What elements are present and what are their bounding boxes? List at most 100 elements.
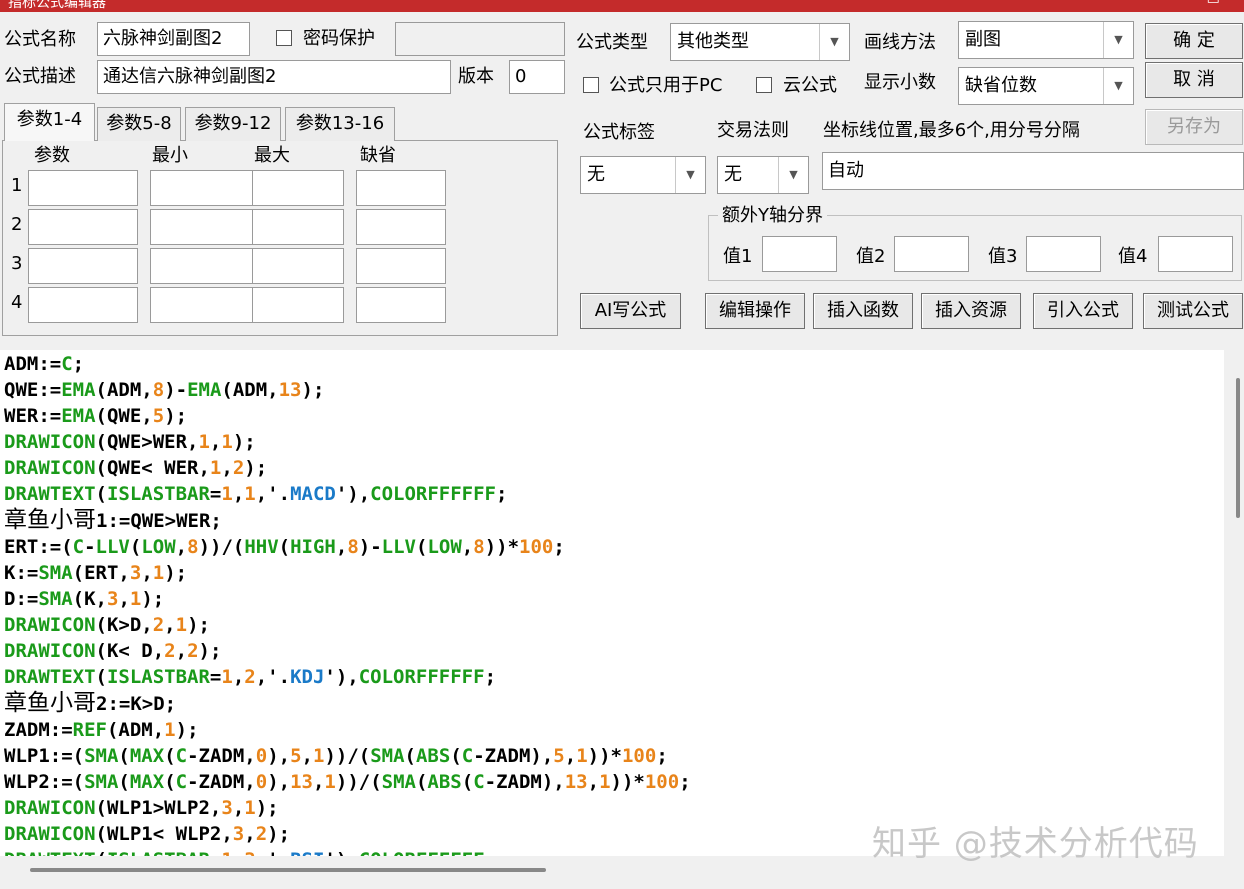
code-token: DRAWICON bbox=[4, 640, 96, 662]
password-checkbox[interactable] bbox=[276, 30, 292, 46]
chevron-down-icon[interactable]: ▼ bbox=[1103, 22, 1133, 58]
code-line[interactable]: WER:=EMA(QWE,5); bbox=[4, 403, 1224, 429]
code-line[interactable]: ERT:=(C-LLV(LOW,8))/(HHV(HIGH,8)-LLV(LOW… bbox=[4, 534, 1224, 560]
code-token: ISLASTBAR bbox=[106, 666, 210, 688]
version-input[interactable]: 0 bbox=[509, 60, 565, 94]
tab-params-1-4[interactable]: 参数1-4 bbox=[4, 103, 95, 141]
formula-name-input[interactable]: 六脉神剑副图2 bbox=[97, 22, 250, 56]
code-line[interactable]: DRAWICON(QWE>WER,1,1); bbox=[4, 429, 1224, 455]
code-line[interactable]: 章鱼小哥2:=K>D; bbox=[4, 690, 1224, 717]
cloud-formula-checkbox[interactable] bbox=[756, 77, 772, 93]
tab-params-5-8[interactable]: 参数5-8 bbox=[97, 107, 181, 141]
coord-line-input[interactable]: 自动 bbox=[822, 152, 1244, 190]
decimals-select[interactable]: 缺省位数 ▼ bbox=[958, 67, 1134, 105]
param-col-header: 最小 bbox=[152, 145, 188, 166]
code-line[interactable]: D:=SMA(K,3,1); bbox=[4, 586, 1224, 612]
code-token: 1 bbox=[209, 457, 222, 479]
draw-method-select[interactable]: 副图 ▼ bbox=[958, 21, 1134, 59]
param-name-input[interactable] bbox=[28, 170, 138, 206]
tab-params-9-12[interactable]: 参数9-12 bbox=[185, 107, 281, 141]
value3-input[interactable] bbox=[1026, 236, 1101, 272]
code-line[interactable]: DRAWTEXT(ISLASTBAR=1,2,'.KDJ'),COLORFFFF… bbox=[4, 664, 1224, 690]
code-token: ( bbox=[95, 666, 107, 688]
import-formula-button[interactable]: 引入公式 bbox=[1033, 293, 1133, 329]
code-token: LLV bbox=[95, 536, 130, 558]
code-token: '), bbox=[335, 483, 371, 505]
code-token: DRAWTEXT bbox=[4, 666, 96, 688]
code-line[interactable]: WLP2:=(SMA(MAX(C-ZADM,0),13,1))/(SMA(ABS… bbox=[4, 769, 1224, 795]
chevron-down-icon[interactable]: ▼ bbox=[1103, 68, 1133, 104]
param-default-input[interactable] bbox=[356, 287, 446, 323]
test-formula-button[interactable]: 测试公式 bbox=[1143, 293, 1243, 329]
code-line[interactable]: DRAWICON(K>D,2,1); bbox=[4, 612, 1224, 638]
code-line[interactable]: DRAWICON(K< D,2,2); bbox=[4, 638, 1224, 664]
code-token: 1 bbox=[312, 745, 325, 767]
chevron-down-icon[interactable]: ▼ bbox=[778, 157, 808, 193]
code-token: SMA bbox=[381, 771, 416, 793]
horizontal-scroll-thumb[interactable] bbox=[30, 868, 546, 872]
code-token: ); bbox=[232, 431, 256, 453]
value2-input[interactable] bbox=[894, 236, 969, 272]
insert-resource-button[interactable]: 插入资源 bbox=[921, 293, 1021, 329]
trade-rule-select[interactable]: 无 ▼ bbox=[717, 156, 809, 194]
param-min-input[interactable] bbox=[150, 248, 260, 284]
param-min-input[interactable] bbox=[150, 209, 260, 245]
formula-type-select[interactable]: 其他类型 ▼ bbox=[670, 23, 850, 61]
code-token: (WLP1< WLP2, bbox=[95, 823, 233, 845]
code-line[interactable]: ZADM:=REF(ADM,1); bbox=[4, 717, 1224, 743]
chevron-down-icon[interactable]: ▼ bbox=[675, 157, 705, 193]
param-max-input[interactable] bbox=[252, 209, 344, 245]
param-col-header: 缺省 bbox=[360, 145, 396, 166]
value4-input[interactable] bbox=[1158, 236, 1233, 272]
param-default-input[interactable] bbox=[356, 170, 446, 206]
param-max-input[interactable] bbox=[252, 170, 344, 206]
param-min-input[interactable] bbox=[150, 287, 260, 323]
value1-input[interactable] bbox=[762, 236, 837, 272]
param-max-input[interactable] bbox=[252, 248, 344, 284]
code-editor[interactable]: ADM:=C; QWE:=EMA(ADM,8)-EMA(ADM,13); WER:=… bbox=[0, 350, 1224, 856]
param-min-input[interactable] bbox=[150, 170, 260, 206]
save-as-button[interactable]: 另存为 bbox=[1145, 109, 1243, 145]
ok-button[interactable]: 确 定 bbox=[1145, 23, 1243, 59]
code-token: 1 bbox=[152, 562, 165, 584]
decimals-value: 缺省位数 bbox=[965, 75, 1037, 96]
param-name-input[interactable] bbox=[28, 248, 138, 284]
param-default-input[interactable] bbox=[356, 248, 446, 284]
code-token: 3 bbox=[129, 562, 142, 584]
formula-tag-label: 公式标签 bbox=[583, 122, 655, 143]
param-max-input[interactable] bbox=[252, 287, 344, 323]
code-token: COLORFFFFFF bbox=[370, 483, 496, 505]
code-line[interactable]: DRAWTEXT(ISLASTBAR=1,1,'.MACD'),COLORFFF… bbox=[4, 481, 1224, 507]
code-token: )- bbox=[164, 379, 188, 401]
code-token: ( bbox=[450, 745, 462, 767]
code-line[interactable]: K:=SMA(ERT,3,1); bbox=[4, 560, 1224, 586]
code-line[interactable]: QWE:=EMA(ADM,8)-EMA(ADM,13); bbox=[4, 377, 1224, 403]
code-token: , bbox=[244, 823, 256, 845]
password-input[interactable] bbox=[395, 22, 565, 56]
code-line[interactable]: ADM:=C; bbox=[4, 351, 1224, 377]
param-name-input[interactable] bbox=[28, 287, 138, 323]
vertical-scroll-thumb[interactable] bbox=[1236, 378, 1240, 518]
code-token: = bbox=[210, 849, 221, 856]
vertical-scrollbar[interactable] bbox=[1224, 350, 1244, 856]
formula-tag-select[interactable]: 无 ▼ bbox=[580, 156, 706, 194]
code-line[interactable]: DRAWICON(QWE< WER,1,2); bbox=[4, 455, 1224, 481]
code-content[interactable]: ADM:=C; QWE:=EMA(ADM,8)-EMA(ADM,13); WER:=… bbox=[0, 350, 1224, 856]
code-line[interactable]: 章鱼小哥1:=QWE>WER; bbox=[4, 507, 1224, 534]
pc-only-checkbox[interactable] bbox=[583, 77, 599, 93]
param-name-input[interactable] bbox=[28, 209, 138, 245]
formula-desc-input[interactable]: 通达信六脉神剑副图2 bbox=[97, 60, 451, 94]
code-token: MAX bbox=[129, 771, 165, 793]
chevron-down-icon[interactable]: ▼ bbox=[819, 24, 849, 60]
code-token: ; bbox=[679, 771, 691, 793]
code-token: ))* bbox=[587, 745, 622, 767]
code-line[interactable]: WLP1:=(SMA(MAX(C-ZADM,0),5,1))/(SMA(ABS(… bbox=[4, 743, 1224, 769]
cancel-button[interactable]: 取 消 bbox=[1145, 62, 1243, 98]
value4-label: 值4 bbox=[1118, 246, 1148, 267]
edit-ops-button[interactable]: 编辑操作 bbox=[705, 293, 805, 329]
ai-write-button[interactable]: AI写公式 bbox=[580, 293, 681, 329]
insert-function-button[interactable]: 插入函数 bbox=[813, 293, 913, 329]
param-default-input[interactable] bbox=[356, 209, 446, 245]
code-token: 1:=QWE>WER; bbox=[96, 510, 222, 532]
tab-params-13-16[interactable]: 参数13-16 bbox=[285, 107, 395, 141]
